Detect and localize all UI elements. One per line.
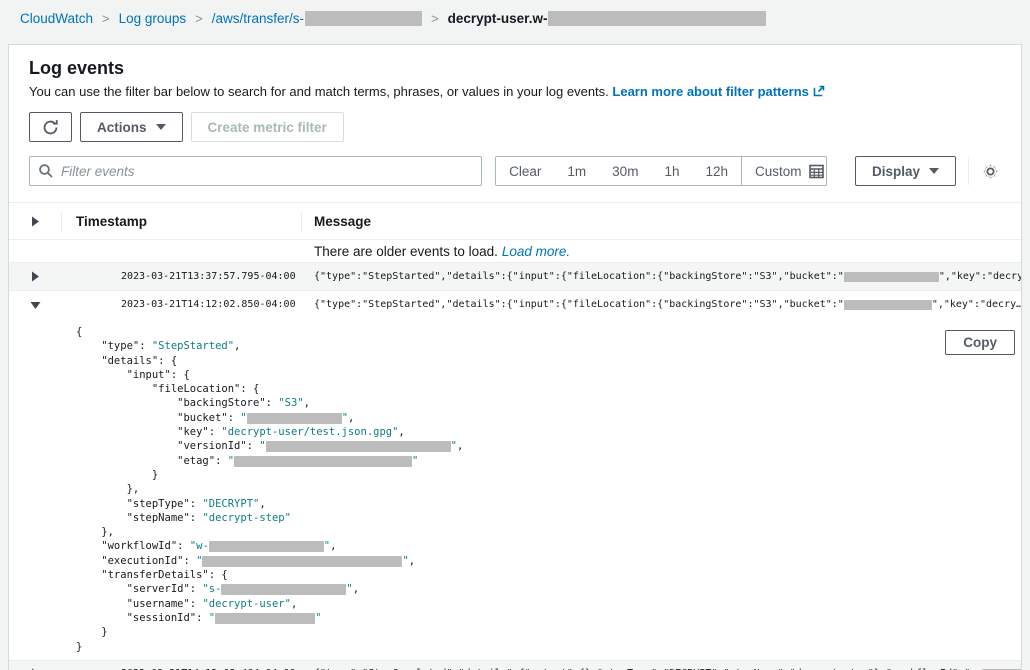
chevron-right-icon — [31, 216, 39, 227]
preferences-button[interactable] — [980, 161, 1001, 182]
json-line: "input": { — [76, 368, 1021, 382]
page-title: Log events — [29, 58, 1001, 79]
redacted-text — [209, 541, 324, 552]
redacted-text — [247, 413, 342, 424]
description-text: You can use the filter bar below to sear… — [29, 84, 609, 99]
log-events-card: Log events You can use the filter bar be… — [8, 44, 1022, 670]
log-event-row: 2023-03-21T14:12:03.464-04:00{"type":"St… — [9, 660, 1021, 670]
redacted-text — [266, 441, 451, 452]
json-line: "stepType": "DECRYPT", — [76, 497, 1021, 511]
json-line: }, — [76, 482, 1021, 496]
breadcrumb-separator: > — [102, 11, 110, 26]
json-line: "backingStore": "S3", — [76, 396, 1021, 410]
json-line: } — [76, 640, 1021, 654]
redacted-text — [221, 584, 346, 595]
chevron-down-icon — [156, 124, 166, 130]
breadcrumb-separator: > — [195, 11, 203, 26]
expanded-event-detail: Copy{ "type": "StepStarted", "details": … — [9, 318, 1021, 660]
expand-toggle[interactable] — [9, 271, 61, 282]
json-line: "bucket": "", — [76, 411, 1021, 425]
json-line: "stepName": "decrypt-step" — [76, 511, 1021, 525]
breadcrumb-item: decrypt-user.w- — [448, 11, 548, 26]
json-line: { — [76, 325, 1021, 339]
time-range-30m[interactable]: 30m — [599, 157, 651, 185]
chevron-down-icon — [30, 301, 41, 309]
breadcrumb-separator: > — [431, 11, 439, 26]
json-line: "workflowId": "w-", — [76, 539, 1021, 553]
card-header: Log events You can use the filter bar be… — [9, 45, 1021, 99]
log-events-table: Timestamp Message There are older events… — [9, 202, 1021, 670]
search-box[interactable] — [29, 156, 482, 186]
learn-more-link[interactable]: Learn more about filter patterns — [612, 84, 824, 99]
json-line: } — [76, 625, 1021, 639]
older-events-row: There are older events to load. Load mor… — [9, 240, 1021, 262]
older-events-text: There are older events to load. — [301, 244, 498, 259]
actions-button[interactable]: Actions — [80, 112, 183, 142]
calendar-icon — [809, 164, 824, 179]
json-line: "sessionId": "" — [76, 611, 1021, 625]
log-event-row: 2023-03-21T13:37:57.795-04:00{"type":"St… — [9, 262, 1021, 290]
timestamp-column-header: Timestamp — [61, 214, 301, 229]
display-button[interactable]: Display — [855, 156, 956, 186]
time-range-1h[interactable]: 1h — [651, 157, 692, 185]
log-event-row: 2023-03-21T14:12:02.850-04:00{"type":"St… — [9, 290, 1021, 318]
time-range-clear[interactable]: Clear — [496, 157, 554, 185]
settings-gear-icon — [980, 161, 1001, 182]
message-column-header: Message — [301, 214, 1021, 229]
load-more-link[interactable]: Load more. — [502, 244, 570, 259]
json-line: } — [76, 468, 1021, 482]
filter-bar: Clear1m30m1h12hCustom Display — [29, 156, 1001, 186]
json-line: "transferDetails": { — [76, 568, 1021, 582]
json-line: "fileLocation": { — [76, 382, 1021, 396]
json-line: "username": "decrypt-user", — [76, 597, 1021, 611]
redacted-text — [548, 11, 766, 26]
page-description: You can use the filter bar below to sear… — [29, 84, 1001, 99]
event-message: {"type":"StepStarted","details":{"input"… — [301, 271, 1021, 282]
breadcrumb-item[interactable]: CloudWatch — [20, 11, 93, 26]
json-line: "versionId": "", — [76, 439, 1021, 453]
column-divider — [61, 211, 62, 232]
copy-button[interactable]: Copy — [945, 330, 1015, 355]
table-body: 2023-03-21T13:37:57.795-04:00{"type":"St… — [9, 262, 1021, 670]
event-timestamp: 2023-03-21T13:37:57.795-04:00 — [61, 271, 301, 282]
json-line: }, — [76, 525, 1021, 539]
time-range-1m[interactable]: 1m — [554, 157, 599, 185]
refresh-icon — [42, 119, 59, 136]
refresh-button[interactable] — [29, 112, 72, 142]
event-message: {"type":"StepStarted","details":{"input"… — [301, 299, 1021, 310]
json-line: "serverId": "s-", — [76, 582, 1021, 596]
redacted-text — [234, 456, 412, 467]
redacted-text — [202, 556, 402, 567]
time-range-custom[interactable]: Custom — [741, 157, 827, 185]
create-metric-filter-button[interactable]: Create metric filter — [191, 112, 344, 142]
redacted-text — [215, 613, 315, 624]
expander-column-header[interactable] — [9, 216, 61, 227]
toolbar: Actions Create metric filter — [29, 112, 1001, 142]
breadcrumb-item[interactable]: /aws/transfer/s- — [212, 11, 304, 26]
filter-events-input[interactable] — [61, 164, 473, 179]
json-line: "key": "decrypt-user/test.json.gpg", — [76, 425, 1021, 439]
expand-toggle[interactable] — [9, 301, 61, 309]
redacted-text — [844, 272, 939, 282]
json-line: "etag": "" — [76, 454, 1021, 468]
divider — [968, 157, 969, 185]
event-timestamp: 2023-03-21T14:12:02.850-04:00 — [61, 299, 301, 310]
search-icon — [38, 163, 54, 179]
time-range-selector: Clear1m30m1h12hCustom — [495, 156, 827, 186]
json-line: "details": { — [76, 354, 1021, 368]
json-line: "type": "StepStarted", — [76, 339, 1021, 353]
table-header: Timestamp Message — [9, 203, 1021, 240]
external-link-icon — [813, 85, 825, 97]
breadcrumb: CloudWatch > Log groups > /aws/transfer/s- > d… — [0, 0, 1030, 36]
json-line: "executionId": "", — [76, 554, 1021, 568]
chevron-down-icon — [929, 168, 939, 174]
chevron-right-icon — [31, 271, 39, 282]
breadcrumb-item[interactable]: Log groups — [119, 11, 187, 26]
redacted-text — [305, 11, 422, 26]
column-divider — [301, 211, 302, 232]
time-range-12h[interactable]: 12h — [692, 157, 741, 185]
redacted-text — [844, 300, 932, 310]
